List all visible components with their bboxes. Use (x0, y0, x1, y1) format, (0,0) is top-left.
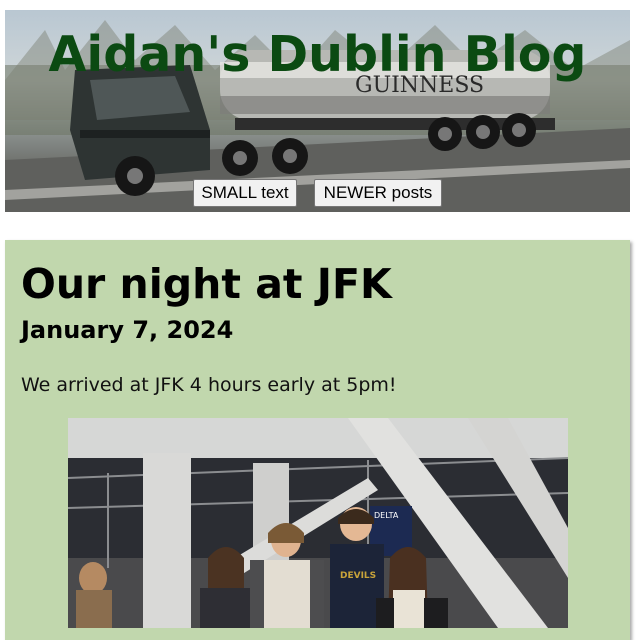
post-date: January 7, 2024 (21, 316, 234, 344)
header-banner: GUINNESS Aidan's Dublin Blog SMALL text … (5, 10, 630, 212)
small-text-button[interactable]: SMALL text (193, 179, 297, 207)
blog-title: Aidan's Dublin Blog (48, 26, 587, 83)
newer-posts-button[interactable]: NEWER posts (314, 179, 442, 207)
airport-photo: DELTA DEVILS (68, 418, 568, 628)
svg-text:DEVILS: DEVILS (340, 571, 376, 581)
post-photo: DELTA DEVILS (68, 418, 568, 628)
post-title: Our night at JFK (21, 260, 392, 308)
post-text: We arrived at JFK 4 hours early at 5pm! (21, 374, 397, 396)
blog-post: Our night at JFK January 7, 2024 We arri… (5, 240, 630, 640)
photo-sign-text: DELTA (374, 511, 399, 520)
